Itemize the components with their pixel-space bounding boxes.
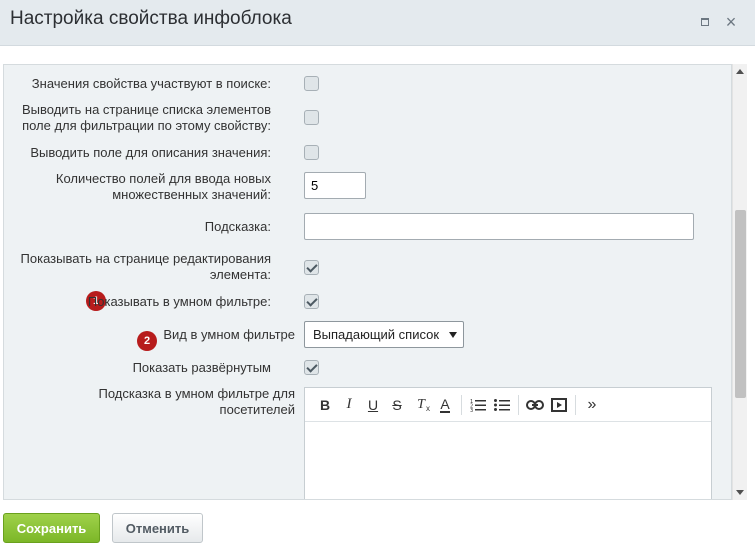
save-button[interactable]: Сохранить: [3, 513, 100, 543]
filter-label-line2: поле для фильтрации по этому свойству:: [22, 118, 271, 133]
smart-view-label: Вид в умном фильтре: [163, 327, 295, 342]
toolbar-separator: [575, 394, 576, 415]
form-content: Значения свойства участвуют в поиске: Вы…: [3, 64, 732, 500]
property-settings-dialog: Настройка свойства инфоблока × Значения …: [0, 0, 755, 549]
close-button[interactable]: ×: [723, 11, 739, 32]
hint-label: Подсказка:: [204, 219, 271, 234]
strikethrough-button[interactable]: S: [385, 393, 409, 417]
expanded-checkbox[interactable]: [304, 360, 319, 375]
smart-view-select[interactable]: Выпадающий список: [304, 321, 464, 348]
bullet-list-button[interactable]: [490, 393, 514, 417]
hint-input[interactable]: [304, 213, 694, 240]
scrollbar-thumb[interactable]: [735, 210, 746, 398]
smart-hint-label-line1: Подсказка в умном фильтре для: [98, 386, 295, 401]
multiple-count-input[interactable]: [304, 172, 366, 199]
search-checkbox[interactable]: [304, 76, 319, 91]
dropdown-arrow-icon: [449, 332, 457, 338]
smart-hint-editor: B I U S T x A 1 2 3 »: [304, 387, 712, 499]
bullet-list-icon: [494, 398, 510, 411]
expanded-label: Показать развёрнутым: [132, 360, 271, 375]
multiple-label-line2: множественных значений:: [112, 187, 271, 202]
filter-checkbox[interactable]: [304, 110, 319, 125]
step-marker-2: 2: [137, 331, 157, 351]
video-icon: [551, 397, 567, 412]
ordered-list-icon: 1 2 3: [470, 399, 486, 412]
toolbar-separator: [461, 394, 462, 415]
video-button[interactable]: [547, 393, 571, 417]
clear-format-button[interactable]: T x: [409, 393, 433, 417]
description-label: Выводить поле для описания значения:: [30, 145, 271, 160]
filter-label-line1: Выводить на странице списка элементов: [22, 102, 271, 117]
link-icon: [526, 399, 544, 410]
smart-filter-label: Показывать в умном фильтре:: [87, 294, 271, 309]
font-color-icon: A: [440, 395, 450, 413]
multiple-label-line1: Количество полей для ввода новых: [55, 171, 271, 186]
maximize-icon: [701, 18, 709, 26]
link-button[interactable]: [523, 393, 547, 417]
cancel-button[interactable]: Отменить: [112, 513, 203, 543]
svg-text:3: 3: [470, 408, 473, 412]
show-edit-checkbox[interactable]: [304, 260, 319, 275]
show-edit-label-line2: элемента:: [209, 267, 271, 282]
vertical-scrollbar[interactable]: [732, 64, 747, 500]
toolbar-separator: [518, 394, 519, 415]
font-color-button[interactable]: A: [433, 393, 457, 417]
smart-filter-checkbox[interactable]: [304, 294, 319, 309]
smart-hint-label-line2: посетителей: [219, 402, 295, 417]
dialog-header: Настройка свойства инфоблока ×: [0, 0, 755, 46]
dialog-title: Настройка свойства инфоблока: [10, 8, 292, 29]
search-label: Значения свойства участвуют в поиске:: [31, 76, 271, 91]
clear-x-icon: x: [426, 403, 430, 413]
show-edit-label-line1: Показывать на странице редактирования: [20, 251, 271, 266]
ordered-list-button[interactable]: 1 2 3: [466, 393, 490, 417]
scroll-up-arrow-icon[interactable]: [736, 69, 744, 74]
smart-view-value: Выпадающий список: [313, 327, 440, 342]
scroll-down-arrow-icon[interactable]: [736, 490, 744, 495]
bold-button[interactable]: B: [313, 393, 337, 417]
underline-button[interactable]: U: [361, 393, 385, 417]
editor-toolbar: B I U S T x A 1 2 3 »: [305, 388, 711, 422]
more-button[interactable]: »: [580, 393, 604, 417]
italic-button[interactable]: I: [337, 393, 361, 417]
clear-format-icon: T: [417, 396, 425, 412]
close-icon: ×: [725, 11, 737, 32]
editor-body[interactable]: [305, 422, 711, 499]
maximize-button[interactable]: [697, 14, 713, 30]
description-checkbox[interactable]: [304, 145, 319, 160]
